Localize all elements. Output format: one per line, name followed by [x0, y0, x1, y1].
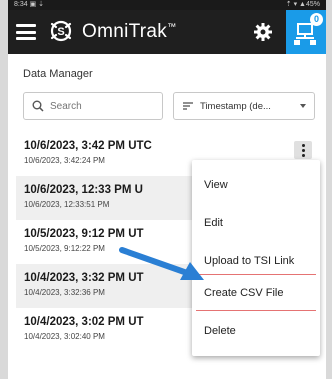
sync-badge: 0	[310, 13, 323, 26]
chevron-down-icon	[300, 104, 306, 108]
more-options-icon[interactable]	[294, 141, 312, 159]
svg-text:S: S	[57, 26, 64, 38]
sort-dropdown[interactable]: Timestamp (de...	[173, 92, 315, 120]
file-title: 10/4/2023, 3:02 PM UT	[24, 316, 144, 328]
menu-item-upload-to-tsi-link[interactable]: Upload to TSI Link	[192, 246, 320, 276]
menu-item-edit[interactable]: Edit	[192, 208, 320, 238]
sort-icon	[183, 102, 193, 110]
section-title: Data Manager	[23, 68, 93, 80]
menu-item-delete[interactable]: Delete	[192, 316, 320, 346]
pointer-arrow-icon	[119, 247, 204, 280]
menu-item-view[interactable]: View	[192, 170, 320, 200]
app-title: OmniTrak™	[82, 21, 177, 42]
file-subtitle: 10/4/2023, 3:32:36 PM	[24, 288, 105, 297]
status-left: 8:34 ▣ ⇣	[14, 1, 44, 8]
search-box[interactable]	[23, 92, 163, 120]
status-bar: 8:34 ▣ ⇣ ⇡ ▾ ▲45%	[8, 0, 326, 10]
omnitrak-logo-icon: S	[50, 20, 72, 42]
app-bar: S OmniTrak™ 0	[8, 10, 326, 54]
menu-divider	[196, 310, 316, 311]
file-title: 10/6/2023, 3:42 PM UTC	[24, 140, 152, 152]
phone-screen: 8:34 ▣ ⇣ ⇡ ▾ ▲45% S OmniTrak™ 0 Data Man…	[8, 0, 326, 379]
search-icon	[32, 100, 44, 112]
file-subtitle: 10/6/2023, 12:33:51 PM	[24, 200, 110, 209]
menu-divider	[196, 274, 316, 275]
gear-icon[interactable]	[253, 22, 273, 42]
file-subtitle: 10/5/2023, 9:12:22 PM	[24, 244, 105, 253]
file-subtitle: 10/4/2023, 3:02:40 PM	[24, 332, 105, 341]
sort-label: Timestamp (de...	[200, 100, 271, 112]
context-menu: View Edit Upload to TSI Link Create CSV …	[192, 160, 320, 356]
search-input[interactable]	[50, 100, 150, 112]
status-right: ⇡ ▾ ▲45%	[285, 1, 320, 8]
sync-button[interactable]: 0	[286, 10, 326, 54]
menu-icon[interactable]	[16, 24, 36, 40]
file-title: 10/6/2023, 12:33 PM U	[24, 184, 143, 196]
file-subtitle: 10/6/2023, 3:42:24 PM	[24, 156, 105, 165]
file-title: 10/5/2023, 9:12 PM UT	[24, 228, 144, 240]
menu-item-create-csv-file[interactable]: Create CSV File	[192, 278, 320, 308]
trademark-symbol: ™	[167, 21, 177, 32]
